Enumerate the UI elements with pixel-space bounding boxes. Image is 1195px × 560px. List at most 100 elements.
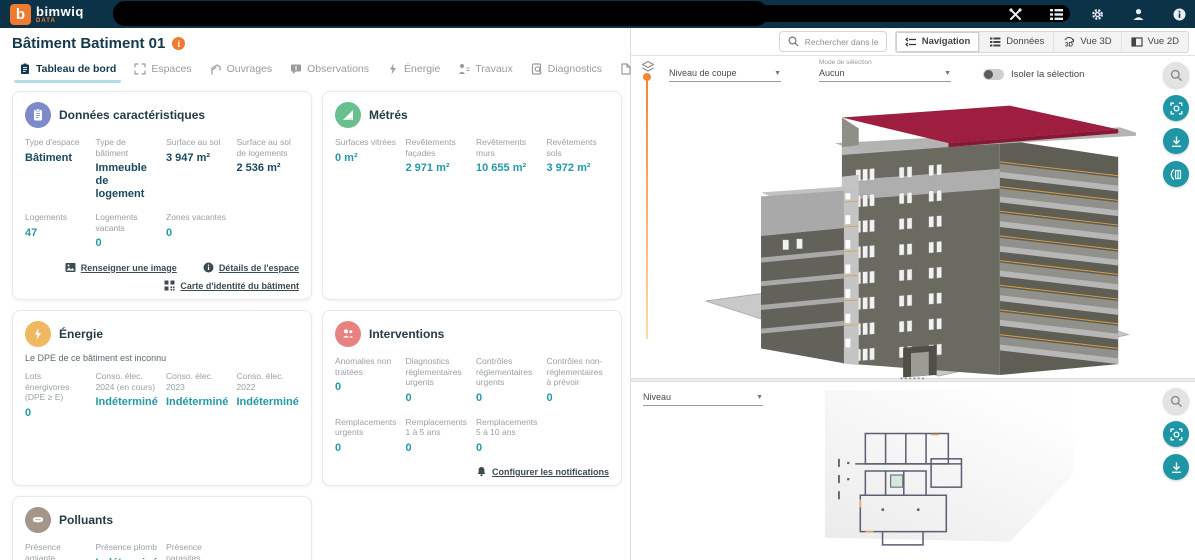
dpe-note: Le DPE de ce bâtiment est inconnu bbox=[25, 353, 167, 364]
tab-label: Énergie bbox=[404, 63, 441, 75]
field-label: Revêtements façades bbox=[405, 137, 456, 158]
view-button-navigation[interactable]: Navigation bbox=[895, 31, 981, 52]
view-button-donnees[interactable]: Données bbox=[980, 31, 1055, 52]
view-button-vue-3d[interactable]: 3D Vue 3D bbox=[1054, 31, 1122, 52]
field-value: 2 536 m² bbox=[236, 162, 281, 175]
settings-icon[interactable] bbox=[1090, 7, 1105, 22]
vue-3d-icon: 3D bbox=[1064, 36, 1075, 48]
tab-label: Observations bbox=[307, 63, 370, 75]
interventions-icon bbox=[335, 321, 361, 348]
fit-view-button-2d[interactable] bbox=[1163, 421, 1189, 447]
chevron-down-icon: ▼ bbox=[944, 69, 951, 77]
field-value: 0 bbox=[546, 391, 553, 404]
field-label: Présence plomb bbox=[95, 542, 157, 553]
field-label: Logements vacants bbox=[95, 212, 138, 233]
field-value: 47 bbox=[25, 226, 38, 239]
floor-plan-2d[interactable] bbox=[731, 388, 1111, 560]
card-title: Données caractéristiques bbox=[59, 108, 206, 122]
field-value: 0 bbox=[335, 381, 342, 394]
field-value: 0 bbox=[476, 441, 483, 454]
cut-level-slider-track[interactable] bbox=[646, 81, 648, 339]
info-icon[interactable] bbox=[1172, 7, 1187, 22]
vue-2d-icon bbox=[1131, 36, 1143, 47]
field-value: 0 bbox=[95, 237, 102, 250]
mask-icon bbox=[25, 507, 51, 534]
bimwiq-logo[interactable]: b bimwiq DATA bbox=[0, 3, 84, 25]
field-value: Indéterminé bbox=[166, 396, 229, 409]
building-3d-model[interactable] bbox=[686, 82, 1136, 378]
field-label: Remplacements 1 à 5 ans bbox=[405, 416, 467, 438]
building-info-badge[interactable]: i bbox=[172, 37, 186, 50]
field-label: Revêtements murs bbox=[476, 137, 527, 158]
tab-tableau-de-bord[interactable]: Tableau de bord bbox=[10, 59, 125, 83]
field-label: Conso. élec. 2024 (en cours) bbox=[95, 371, 156, 392]
download-button-3d[interactable] bbox=[1163, 128, 1189, 154]
observations-icon bbox=[291, 64, 302, 74]
tab-travaux[interactable]: Travaux bbox=[449, 59, 522, 81]
cut-level-select[interactable]: Niveau de coupe ▼ bbox=[669, 68, 781, 82]
link-configurer-notifications[interactable]: Configurer les notifications bbox=[476, 466, 609, 477]
viewport-2d[interactable]: Niveau ▼ bbox=[631, 382, 1195, 560]
ouvrages-icon bbox=[211, 64, 221, 75]
isolate-selection-toggle[interactable] bbox=[983, 69, 1004, 80]
field-value: 2 971 m² bbox=[405, 162, 450, 175]
bell-icon bbox=[477, 467, 486, 477]
card-interventions: Interventions Anomalies non traitées 0 Di… bbox=[322, 310, 622, 487]
download-button-2d[interactable] bbox=[1163, 454, 1189, 480]
field-label: Remplacements 5 à 10 ans bbox=[476, 416, 538, 438]
field-label: Présence amiante bbox=[25, 542, 61, 560]
link-renseigner-image[interactable]: Renseigner une image bbox=[65, 262, 177, 273]
link-details-espace[interactable]: Détails de l'espace bbox=[203, 262, 299, 273]
search-input[interactable] bbox=[804, 36, 878, 47]
tab-observations[interactable]: Observations bbox=[281, 59, 378, 81]
info-circle-icon bbox=[203, 262, 214, 273]
topbar: b bimwiq DATA bbox=[0, 0, 1195, 28]
card-energie: Énergie Le DPE de ce bâtiment est inconn… bbox=[12, 310, 312, 487]
field-label: Revêtements sols bbox=[546, 137, 597, 158]
tab-label: Espaces bbox=[151, 63, 192, 75]
field-label: Surface au sol de logements bbox=[236, 137, 291, 158]
field-label: Conso. élec. 2023 bbox=[166, 371, 214, 392]
field-label: Surfaces vitrées bbox=[335, 137, 396, 147]
energy-icon bbox=[390, 63, 397, 75]
selection-mode-select[interactable]: Mode de sélection Aucun ▼ bbox=[819, 59, 951, 82]
tools-icon[interactable] bbox=[1008, 7, 1023, 22]
fit-view-button-3d[interactable] bbox=[1163, 95, 1189, 121]
cut-level-slider-handle[interactable] bbox=[643, 73, 651, 81]
field-value: 0 m² bbox=[335, 151, 358, 164]
viewport-3d[interactable]: Niveau de coupe ▼ Mode de sélection Aucun… bbox=[631, 56, 1195, 378]
field-label: Remplacements urgents bbox=[335, 416, 397, 438]
viewer-header: Navigation Données 3D Vue 3D Vue 2D bbox=[631, 28, 1195, 56]
tab-espaces[interactable]: Espaces bbox=[125, 59, 200, 81]
section-tabs: Tableau de bord Espaces Ouvrages Observa… bbox=[0, 56, 775, 83]
splitter-grip: •••••• bbox=[900, 373, 926, 383]
field-label: Diagnostics réglementaires urgents bbox=[405, 356, 462, 388]
field-value: Immeuble de logement bbox=[95, 162, 147, 200]
link-carte-identite[interactable]: Carte d'identité du bâtiment bbox=[164, 280, 299, 291]
zoom-button-2d[interactable] bbox=[1163, 388, 1189, 414]
espaces-icon bbox=[134, 63, 146, 75]
qr-code-icon bbox=[164, 280, 175, 291]
tab-energie[interactable]: Énergie bbox=[378, 59, 449, 81]
card-title: Interventions bbox=[369, 327, 445, 342]
tab-diagnostics[interactable]: Diagnostics bbox=[522, 59, 611, 81]
field-value: 0 bbox=[25, 406, 32, 419]
dashboard-panel: Bâtiment Batiment 01 i Tableau de bord E… bbox=[0, 28, 775, 560]
image-icon bbox=[65, 263, 76, 273]
zoom-button-3d[interactable] bbox=[1163, 62, 1189, 88]
view-button-vue-2d[interactable]: Vue 2D bbox=[1122, 32, 1188, 52]
chevron-down-icon: ▼ bbox=[774, 69, 781, 77]
logo-sub: DATA bbox=[36, 17, 56, 24]
field-label: Type d'espace bbox=[25, 137, 80, 147]
tab-label: Travaux bbox=[475, 63, 513, 75]
dashboard-icon bbox=[21, 63, 29, 74]
redacted-area bbox=[113, 1, 768, 26]
modules-icon[interactable] bbox=[1049, 7, 1064, 22]
diagnostics-icon bbox=[531, 63, 542, 75]
building-search[interactable] bbox=[778, 31, 887, 52]
tab-ouvrages[interactable]: Ouvrages bbox=[201, 59, 282, 81]
tab-label: Diagnostics bbox=[547, 63, 603, 75]
selection-mode-label: Mode de sélection bbox=[819, 59, 872, 66]
user-icon[interactable] bbox=[1131, 7, 1146, 22]
section-box-button[interactable] bbox=[1163, 161, 1189, 187]
